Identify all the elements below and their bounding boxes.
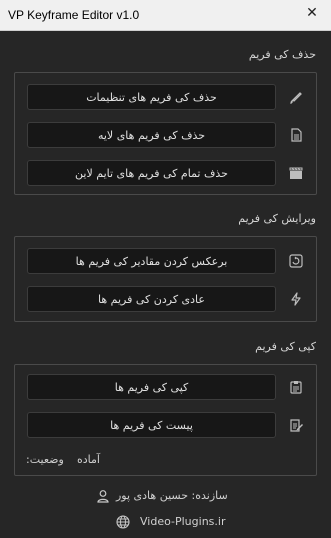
- normalize-keyframes-button[interactable]: عادی کردن کی فریم ها: [27, 286, 276, 312]
- brush-icon: [288, 89, 304, 105]
- user-icon: [96, 489, 110, 503]
- title-bar: VP Keyframe Editor v1.0 ✕: [0, 0, 331, 31]
- window-title: VP Keyframe Editor v1.0: [8, 8, 140, 22]
- author-credit: سازنده: حسین هادی پور: [116, 489, 228, 502]
- section-title-delete: حذف کی فریم: [248, 48, 316, 61]
- delete-all-timeline-keyframes-button[interactable]: حذف تمام کی فریم های تایم لاین: [27, 160, 276, 186]
- delete-layer-keyframes-button[interactable]: حذف کی فریم های لایه: [27, 122, 276, 148]
- status-value: آماده: [77, 453, 100, 466]
- status-label: وضعیت:: [26, 453, 64, 466]
- delete-settings-keyframes-button[interactable]: حذف کی فریم های تنظیمات: [27, 84, 276, 110]
- close-button[interactable]: ✕: [304, 5, 320, 21]
- globe-icon: [116, 515, 130, 529]
- copy-keyframes-button[interactable]: کپی کی فریم ها: [27, 374, 276, 400]
- lightning-icon: [288, 291, 304, 307]
- reverse-keyframe-values-button[interactable]: برعکس کردن مقادیر کی فریم ها: [27, 248, 276, 274]
- document-icon: [288, 127, 304, 143]
- section-title-copy: کپی کی فریم: [255, 340, 316, 353]
- clapperboard-icon: [288, 165, 304, 181]
- clipboard-icon: [288, 379, 304, 395]
- reverse-icon: [288, 253, 304, 269]
- website-link[interactable]: Video-Plugins.ir: [140, 515, 225, 528]
- paste-keyframes-button[interactable]: پیست کی فریم ها: [27, 412, 276, 438]
- paste-icon: [288, 417, 304, 433]
- section-title-edit: ویرایش کی فریم: [238, 212, 316, 225]
